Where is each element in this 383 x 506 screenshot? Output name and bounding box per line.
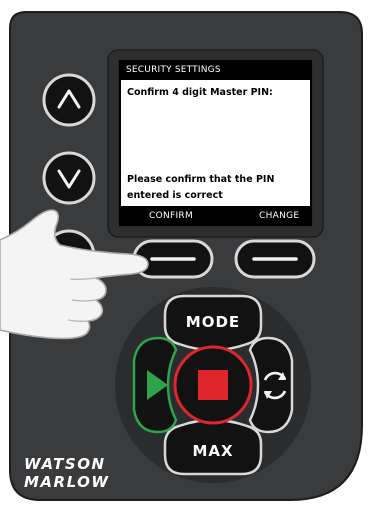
change-softkey-label: CHANGE [259, 211, 300, 221]
softkey-bar: CONFIRM CHANGE [119, 206, 312, 226]
stop-button[interactable] [173, 345, 253, 425]
down-button[interactable] [42, 151, 96, 205]
stop-icon [198, 370, 228, 400]
pump-keypad: SECURITY SETTINGS Confirm 4 digit Master… [0, 0, 383, 506]
display-screen: SECURITY SETTINGS Confirm 4 digit Master… [118, 59, 313, 227]
brand-logo-line1: WATSON [24, 455, 106, 473]
softkey-right-button[interactable] [234, 239, 316, 279]
screen-header: SECURITY SETTINGS [126, 65, 221, 75]
up-button[interactable] [42, 73, 96, 127]
confirm-message: Please confirm that the PIN entered is c… [127, 174, 275, 201]
confirm-softkey-label: CONFIRM [149, 211, 194, 221]
brand-logo-line2: MARLOW [24, 473, 110, 491]
max-button-label: MAX [192, 442, 234, 460]
screen-body: Confirm 4 digit Master PIN: Please confi… [121, 80, 310, 206]
pin-prompt: Confirm 4 digit Master PIN: [127, 87, 273, 98]
mode-button-label: MODE [185, 313, 241, 331]
